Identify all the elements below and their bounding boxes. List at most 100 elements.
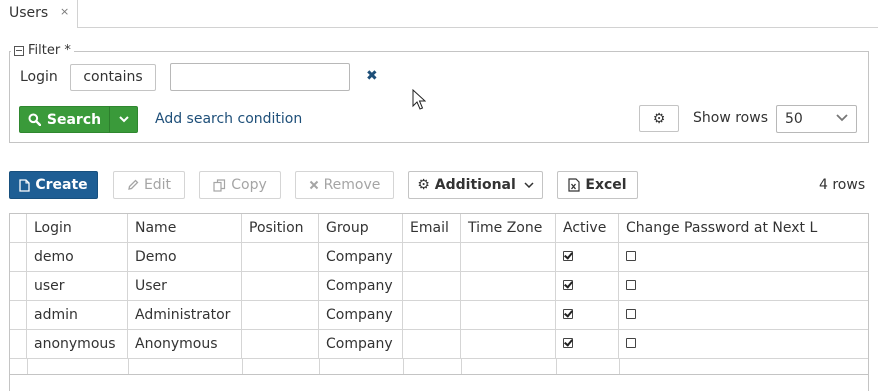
filter-settings-button[interactable]: ⚙ [639,105,679,132]
cell-name: Anonymous [128,330,242,358]
table-header-row: Login Name Position Group Email Time Zon… [10,214,868,243]
active-checkbox [563,279,573,290]
cell-group: Company [319,272,403,300]
cell-group: Company [319,301,403,329]
caret-down-icon [524,182,534,188]
change-password-checkbox [626,250,636,261]
column-header-position[interactable]: Position [242,214,319,242]
copy-button[interactable]: Copy [199,171,281,199]
search-button[interactable]: Search [19,106,110,133]
cell-position [242,301,319,329]
cell-time-zone [461,301,556,329]
search-icon [28,113,41,126]
cell-login: demo [27,243,128,271]
column-guide [403,359,404,374]
gear-icon: ⚙ [652,110,666,127]
active-checkbox [563,337,573,348]
cell-login: user [27,272,128,300]
column-header-time-zone[interactable]: Time Zone [461,214,556,242]
column-header-email[interactable]: Email [403,214,461,242]
close-icon[interactable]: × [60,5,69,18]
cell-active [556,301,619,329]
login-input[interactable] [170,63,350,91]
column-header-change-password[interactable]: Change Password at Next L [619,214,868,242]
row-selector[interactable] [10,301,27,329]
table-row[interactable]: anonymous Anonymous Company [10,330,868,359]
row-selector[interactable] [10,272,27,300]
column-header-name[interactable]: Name [128,214,242,242]
remove-condition-icon[interactable]: ✖ [366,68,378,84]
column-header-login[interactable]: Login [27,214,128,242]
remove-label: Remove [323,177,381,193]
change-password-checkbox [626,337,636,348]
change-password-checkbox [626,308,636,319]
cell-position [242,330,319,358]
copy-icon [213,178,226,192]
show-rows-label: Show rows [693,110,768,126]
tab-users[interactable]: Users × [0,0,78,28]
cell-active [556,330,619,358]
show-rows-select[interactable]: 50 [776,105,857,133]
cell-group: Company [319,330,403,358]
filter-title: Filter * [28,43,71,58]
active-checkbox [563,308,573,319]
edit-label: Edit [143,177,172,193]
column-guide [556,359,557,374]
search-options-dropdown[interactable] [109,106,138,133]
create-button[interactable]: Create [9,171,98,199]
cell-change-password [619,330,868,358]
cell-time-zone [461,243,556,271]
column-header-active[interactable]: Active [556,214,619,242]
row-selector[interactable] [10,243,27,271]
cell-active [556,272,619,300]
cell-time-zone [461,330,556,358]
change-password-checkbox [626,279,636,290]
users-table: Login Name Position Group Email Time Zon… [9,213,869,391]
additional-dropdown-button[interactable]: ⚙ Additional [408,171,543,199]
table-row[interactable]: demo Demo Company [10,243,868,272]
column-guide [319,359,320,374]
cell-name: Demo [128,243,242,271]
tab-bar: Users × [0,0,878,28]
cell-name: User [128,272,242,300]
pencil-icon [127,179,139,191]
cell-login: admin [27,301,128,329]
column-guide [128,359,129,374]
table-row[interactable]: user User Company [10,272,868,301]
table-row[interactable]: admin Administrator Company [10,301,868,330]
rows-count: 4 rows [819,177,866,193]
column-header-group[interactable]: Group [319,214,403,242]
file-icon [19,178,30,192]
operator-button[interactable]: contains [70,64,156,91]
table-footer-divider [10,374,868,375]
cell-email [403,272,461,300]
column-guide [242,359,243,374]
chevron-down-icon [118,116,129,123]
show-rows-value: 50 [785,111,803,127]
mouse-cursor-icon [412,88,427,115]
cell-email [403,243,461,271]
cell-change-password [619,272,868,300]
cell-change-password [619,301,868,329]
excel-button[interactable]: Excel [557,171,638,199]
edit-button[interactable]: Edit [113,171,185,199]
additional-label: Additional [434,177,516,193]
login-condition-label: Login [20,69,58,85]
cell-time-zone [461,272,556,300]
copy-label: Copy [231,177,267,193]
cell-login: anonymous [27,330,128,358]
cell-name: Administrator [128,301,242,329]
cell-position [242,272,319,300]
collapse-icon[interactable] [14,45,24,56]
filter-legend[interactable]: Filter * [11,43,74,58]
cell-group: Company [319,243,403,271]
add-search-condition-link[interactable]: Add search condition [155,111,302,127]
close-icon [309,180,319,190]
chevron-down-icon [836,112,848,125]
cell-email [403,301,461,329]
row-selector-header[interactable] [10,214,27,242]
cell-position [242,243,319,271]
cell-active [556,243,619,271]
remove-button[interactable]: Remove [295,171,394,199]
row-selector[interactable] [10,330,27,358]
